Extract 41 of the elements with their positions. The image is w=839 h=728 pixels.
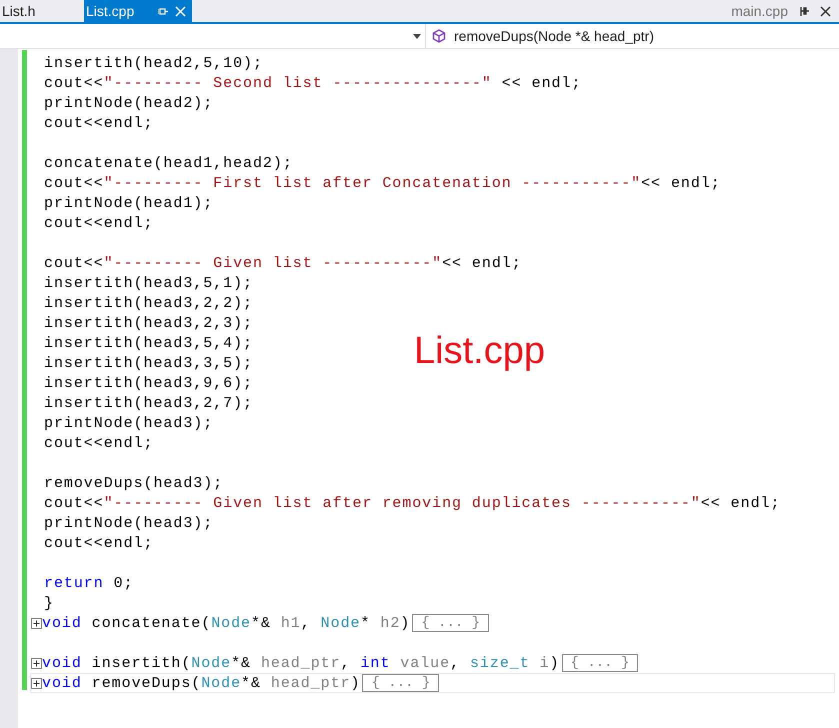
code-line: printNode(head1); <box>44 194 214 212</box>
code-line: } <box>44 594 54 612</box>
code-line: void removeDups(Node*& head_ptr) <box>42 674 360 692</box>
code-line: printNode(head3); <box>44 514 214 532</box>
code-line: insertith(head3,5,1); <box>44 274 253 292</box>
collapsed-block[interactable]: { ... } <box>362 674 440 692</box>
expand-icon[interactable] <box>31 658 42 668</box>
code-line: insertith(head2,5,10); <box>44 54 263 72</box>
expand-icon[interactable] <box>31 618 42 628</box>
code-line: void insertith(Node*& head_ptr, int value, size_t i) <box>42 654 560 672</box>
close-icon[interactable] <box>820 6 831 16</box>
code-line: removeDups(head3); <box>44 474 224 492</box>
member-dropdown[interactable]: removeDups(Node *& head_ptr) <box>454 28 654 44</box>
collapsed-block[interactable]: { ... } <box>562 654 638 672</box>
code-line: cout<<endl; <box>44 214 154 232</box>
code-line: cout<<endl; <box>44 534 154 552</box>
code-line: insertith(head3,2,7); <box>44 394 253 412</box>
pin-icon[interactable] <box>798 6 810 16</box>
file-tab[interactable]: main.cpp <box>731 3 788 19</box>
code-line: concatenate(head1,head2); <box>44 154 293 172</box>
code-line: return 0; <box>44 574 134 592</box>
code-line: cout<<"--------- Given list after removing duplicates -----------"<< endl; <box>44 494 780 512</box>
code-line: cout<<endl; <box>44 434 154 452</box>
caption: List.cpp <box>414 330 545 373</box>
file-tab[interactable]: List.h <box>0 0 84 22</box>
code-line: void concatenate(Node*& h1, Node* h2) <box>42 614 410 632</box>
code-line: cout<<endl; <box>44 114 154 132</box>
code-line: insertith(head3,2,2); <box>44 294 253 312</box>
dropdown-arrow-icon[interactable] <box>413 34 421 38</box>
code-line: printNode(head3); <box>44 414 214 432</box>
code-line: insertith(head3,5,4); <box>44 334 253 352</box>
code-line: cout<<"--------- Second list ---------------" << endl; <box>44 74 582 92</box>
cube-icon <box>432 29 446 43</box>
code-line: cout<<"--------- First list after Concatenation -----------"<< endl; <box>44 174 721 192</box>
expand-icon[interactable] <box>31 678 42 688</box>
code-line: insertith(head3,9,6); <box>44 374 253 392</box>
code-line: cout<<"--------- Given list -----------"<< endl; <box>44 254 522 272</box>
code-line: printNode(head2); <box>44 94 214 112</box>
code-line: insertith(head3,3,5); <box>44 354 253 372</box>
collapsed-block[interactable]: { ... } <box>412 614 490 632</box>
code-line: insertith(head3,2,3); <box>44 314 253 332</box>
